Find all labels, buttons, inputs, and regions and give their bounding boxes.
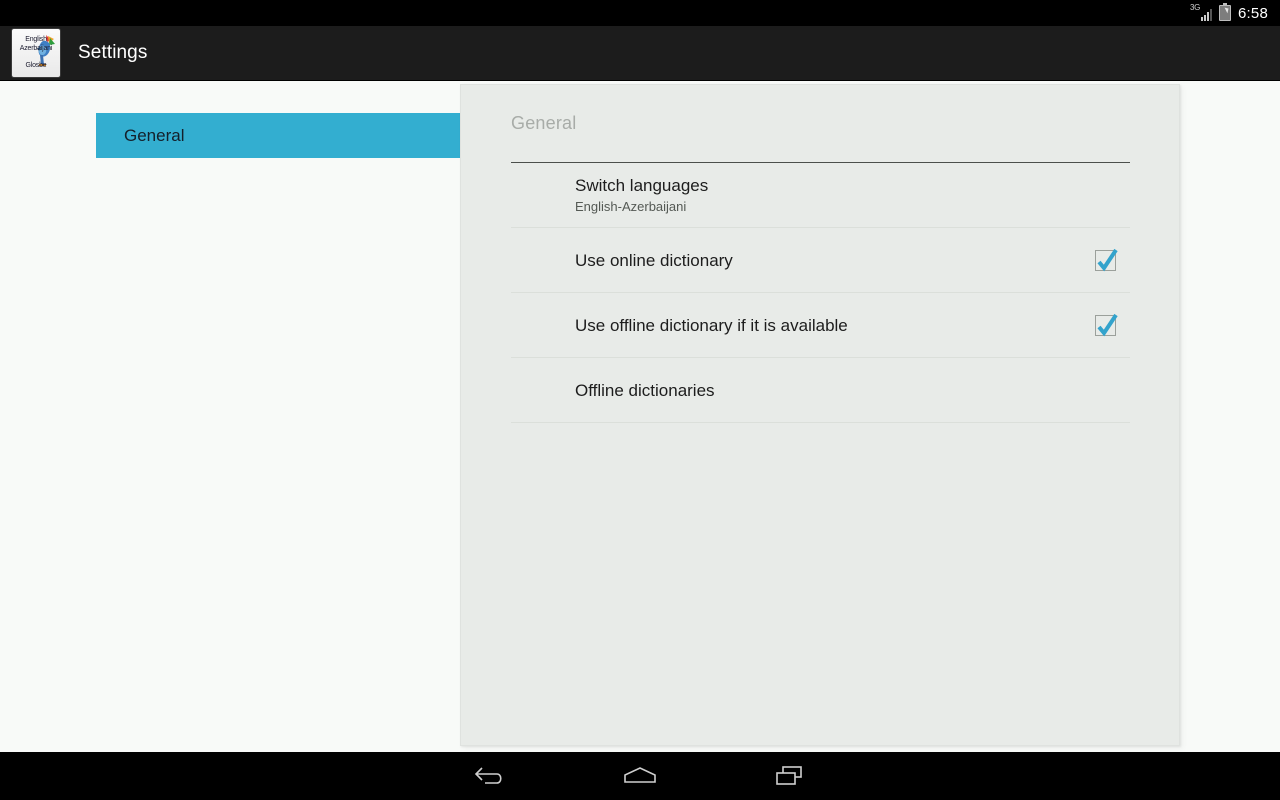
settings-header-list: General	[0, 81, 462, 158]
preference-text-block: Offline dictionaries	[575, 380, 715, 401]
preference-list: Switch languages English-Azerbaijani Use…	[511, 163, 1130, 423]
preference-summary: English-Azerbaijani	[575, 199, 687, 214]
preference-title: Switch languages	[575, 176, 709, 195]
signal-strength-bars	[1201, 8, 1212, 21]
battery-charging-icon	[1219, 3, 1231, 21]
home-icon[interactable]	[609, 755, 671, 797]
preference-text-block: Use offline dictionary if it is availabl…	[575, 315, 848, 336]
checkmark-icon	[1097, 248, 1118, 271]
preference-title: Use offline dictionary if it is availabl…	[575, 315, 848, 335]
status-bar-clock: 6:58	[1238, 4, 1268, 22]
recent-apps-glyph	[776, 766, 802, 785]
signal-bars-icon: 3G	[1190, 2, 1212, 22]
network-type-label: 3G	[1190, 2, 1201, 12]
preference-title: Offline dictionaries	[575, 380, 715, 400]
checkbox-use-offline-dictionary[interactable]	[1095, 313, 1118, 336]
recents-icon[interactable]	[759, 755, 821, 797]
settings-content: General General Switch languages English…	[0, 81, 1280, 752]
preference-widget	[1095, 313, 1118, 336]
app-icon-line-1: English	[25, 36, 47, 43]
checkmark-icon	[1097, 313, 1118, 336]
table-row[interactable]: Use offline dictionary if it is availabl…	[511, 293, 1130, 358]
sidebar-item-label: General	[124, 125, 185, 145]
preference-text-block: Use online dictionary	[575, 250, 733, 271]
table-row[interactable]: Use online dictionary	[511, 228, 1130, 293]
table-row[interactable]: Switch languages English-Azerbaijani	[511, 163, 1130, 228]
back-icon[interactable]	[459, 755, 521, 797]
home-glyph	[624, 767, 656, 783]
preference-title: Use online dictionary	[575, 250, 733, 270]
app-icon-line-2: Azerbaijani	[19, 45, 53, 52]
status-bar-icons: 3G 6:58	[1190, 2, 1268, 22]
system-navigation-bar	[0, 752, 1280, 800]
preference-category-title: General	[511, 113, 577, 133]
preference-widget	[1095, 248, 1118, 271]
page-title: Settings	[78, 42, 148, 63]
preference-detail-panel: General Switch languages English-Azerbai…	[460, 84, 1180, 746]
android-settings-screen: 3G 6:58 English Azerbaijani Glosbe Setti…	[0, 0, 1280, 800]
back-arrow-glyph	[474, 767, 502, 784]
glosbe-app-icon[interactable]: English Azerbaijani Glosbe	[12, 29, 60, 77]
action-bar: English Azerbaijani Glosbe Settings	[0, 26, 1280, 81]
preference-text-block: Switch languages English-Azerbaijani	[575, 175, 708, 215]
app-icon-line-3: Glosbe	[25, 62, 47, 69]
status-bar: 3G 6:58	[0, 0, 1280, 26]
sidebar-item-general[interactable]: General	[96, 113, 462, 158]
checkbox-use-online-dictionary[interactable]	[1095, 248, 1118, 271]
table-row[interactable]: Offline dictionaries	[511, 358, 1130, 423]
